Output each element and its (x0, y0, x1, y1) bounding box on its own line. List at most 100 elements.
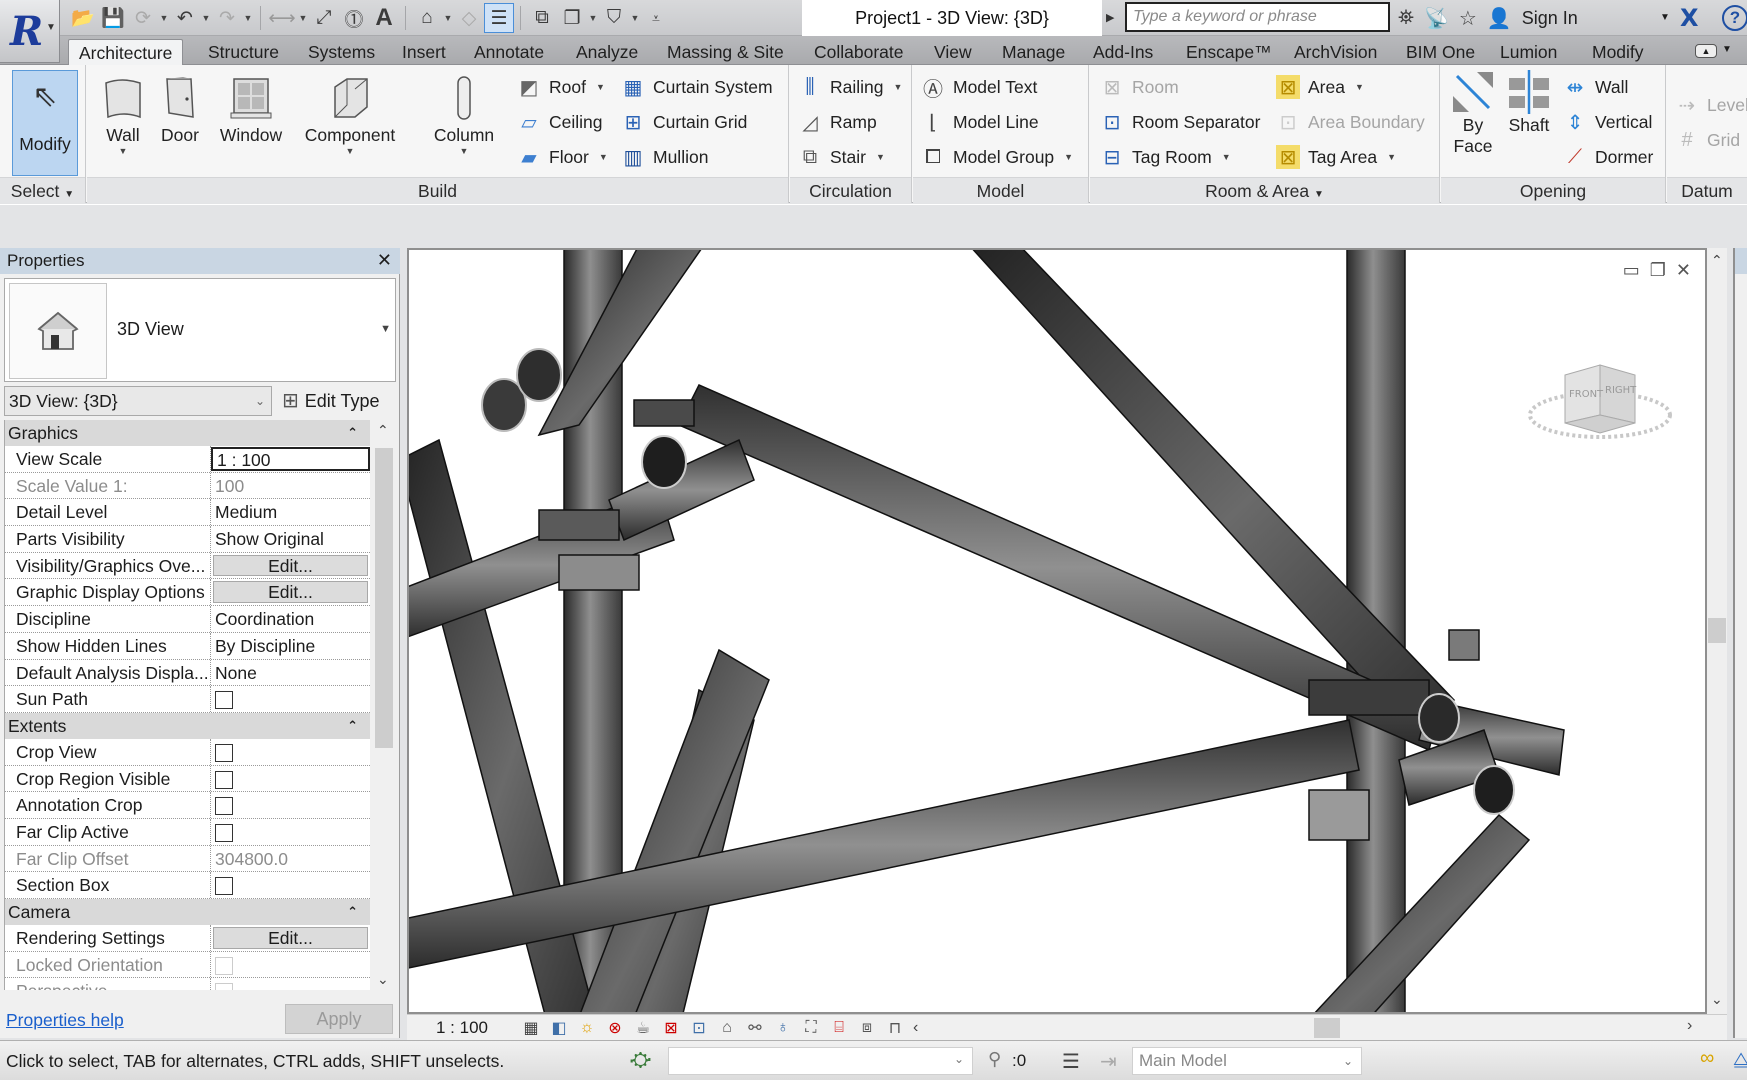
door-button[interactable]: Door (155, 71, 205, 146)
project-browser-panel-edge[interactable] (1733, 248, 1747, 1038)
chevron-down-icon[interactable]: ▼ (442, 13, 454, 23)
worksets-icon[interactable]: ⛮ (630, 1049, 651, 1072)
tab-structure[interactable]: Structure (198, 39, 289, 65)
curtain-system-button[interactable]: ▦ Curtain System (621, 71, 773, 103)
property-value[interactable]: Medium (211, 499, 370, 525)
tab-manage[interactable]: Manage (992, 39, 1075, 65)
chevron-down-icon[interactable]: ▼ (200, 13, 212, 23)
type-selector[interactable]: 3D View ▼ (4, 278, 396, 382)
tab-architecture[interactable]: Architecture (68, 39, 184, 65)
thin-lines-icon[interactable]: ☰ (484, 3, 514, 33)
restore-icon[interactable]: ❐ (1650, 260, 1666, 281)
rendering-dialog-icon[interactable]: ☕ (629, 1018, 657, 1038)
customize-qat-icon[interactable]: ⩡ (641, 3, 671, 33)
show-analytical-model-icon[interactable]: ⌸ (825, 1019, 853, 1037)
model-text-button[interactable]: Ⓐ Model Text (921, 71, 1037, 103)
property-value[interactable]: 1 : 100 (211, 447, 370, 471)
horizontal-scrollbar-thumb[interactable] (1314, 1018, 1340, 1038)
crop-region-icon[interactable]: ⊡ (685, 1018, 713, 1038)
dormer-opening-button[interactable]: ⟋ Dormer (1563, 141, 1653, 173)
ceiling-button[interactable]: ▱ Ceiling (517, 106, 602, 138)
scroll-down-icon[interactable]: ⌄ (377, 971, 389, 988)
design-option-dropdown[interactable]: Main Model ⌄ (1132, 1047, 1362, 1075)
tag-by-category-icon[interactable]: ⓵ (339, 3, 369, 33)
detail-level-icon[interactable]: ▦ (517, 1018, 545, 1038)
apply-button[interactable]: Apply (285, 1004, 393, 1034)
mullion-button[interactable]: ▥ Mullion (621, 141, 709, 173)
workset-dropdown[interactable]: ⌄ (668, 1047, 973, 1075)
chevron-down-icon[interactable]: ▼ (1722, 44, 1732, 55)
wall-button[interactable]: Wall ▼ (97, 71, 149, 156)
category-camera[interactable]: Camera ⌃ (5, 899, 370, 925)
sun-path-off-icon[interactable]: ☼ (573, 1019, 601, 1037)
tab-bim-one[interactable]: BIM One (1396, 39, 1485, 65)
column-button[interactable]: Column ▼ (425, 71, 503, 156)
scrollbar-thumb[interactable] (1708, 618, 1726, 643)
tab-collaborate[interactable]: Collaborate (804, 39, 914, 65)
temporary-view-properties-icon[interactable]: ⛶ (797, 1019, 825, 1037)
switch-windows-icon[interactable]: ❐ (557, 3, 587, 33)
checkbox[interactable] (215, 877, 233, 896)
floor-button[interactable]: ▰ Floor ▼ (517, 141, 608, 173)
tab-lumion[interactable]: Lumion (1490, 39, 1567, 65)
tab-systems[interactable]: Systems (298, 39, 385, 65)
favorites-star-icon[interactable]: ☆ (1459, 6, 1477, 31)
redo-icon[interactable]: ↷ (212, 3, 242, 33)
crop-view-icon[interactable]: ⊠ (657, 1018, 685, 1038)
open-icon[interactable]: 📂 (68, 3, 98, 33)
scroll-right-icon[interactable]: › (1687, 1017, 1692, 1035)
chevron-down-icon[interactable]: ▼ (1660, 12, 1670, 23)
edit-type-button[interactable]: ⊞ Edit Type (282, 386, 379, 416)
section-icon[interactable]: ◇ (454, 3, 484, 33)
chevron-down-icon[interactable]: ▼ (242, 13, 254, 23)
reveal-hidden-icon[interactable]: ♁ (769, 1019, 797, 1037)
by-face-button[interactable]: By Face (1447, 69, 1499, 157)
search-input[interactable]: Type a keyword or phrase (1125, 2, 1390, 32)
model-group-button[interactable]: ⧠ Model Group ▼ (921, 141, 1073, 173)
room-button[interactable]: ⊠ Room (1100, 71, 1179, 103)
property-value[interactable]: Coordination (211, 606, 370, 632)
level-button[interactable]: ⇢ Level (1675, 89, 1747, 121)
tab-analyze[interactable]: Analyze (566, 39, 648, 65)
minimize-ribbon-icon[interactable]: ▲ (1695, 44, 1717, 58)
scroll-up-icon[interactable]: ⌃ (1711, 252, 1723, 269)
collapse-icon[interactable]: ⌃ (347, 713, 358, 739)
scroll-left-icon[interactable]: ‹ (913, 1019, 918, 1037)
properties-help-link[interactable]: Properties help (6, 1010, 124, 1031)
application-menu-button[interactable]: R ▼ (0, 0, 60, 63)
tab-add-ins[interactable]: Add-Ins (1083, 39, 1163, 65)
category-graphics[interactable]: Graphics ⌃ (5, 420, 370, 446)
chevron-down-icon[interactable]: ▼ (380, 323, 391, 335)
property-value[interactable]: By Discipline (211, 633, 370, 659)
collapse-icon[interactable]: ⌃ (347, 420, 358, 446)
tab-insert[interactable]: Insert (392, 39, 456, 65)
editing-design-option-icon[interactable]: ⇥ (1100, 1049, 1117, 1074)
tab-archvision[interactable]: ArchVision (1284, 39, 1387, 65)
select-underlay-icon[interactable]: ⧋ (1733, 1049, 1747, 1070)
checkbox[interactable] (215, 743, 233, 762)
checkbox[interactable] (215, 823, 233, 842)
checkbox[interactable] (215, 691, 233, 710)
reveal-constraints-icon[interactable]: ⊓ (881, 1018, 909, 1038)
checkbox[interactable] (215, 770, 233, 789)
category-extents[interactable]: Extents ⌃ (5, 712, 370, 739)
sign-in-button[interactable]: Sign In (1522, 8, 1578, 29)
property-value[interactable]: Show Original (211, 526, 370, 552)
room-separator-button[interactable]: ⊡ Room Separator (1100, 106, 1261, 138)
edit-button[interactable]: Edit... (213, 581, 368, 604)
search-expand-icon[interactable]: ▶ (1106, 11, 1114, 24)
measure-icon[interactable]: ⟷ (267, 3, 297, 33)
subscription-center-icon[interactable]: 📡 (1424, 6, 1449, 31)
property-value[interactable]: None (211, 660, 370, 686)
chevron-down-icon[interactable]: ▼ (587, 13, 599, 23)
collapse-icon[interactable]: ⌃ (347, 899, 358, 925)
scroll-up-icon[interactable]: ⌃ (377, 422, 389, 439)
area-boundary-button[interactable]: ⊡ Area Boundary (1276, 106, 1425, 138)
select-links-icon[interactable]: ∞ (1700, 1047, 1714, 1070)
instance-filter-dropdown[interactable]: 3D View: {3D} ⌄ (4, 386, 272, 416)
edit-button[interactable]: Edit... (213, 927, 368, 949)
close-hidden-windows-icon[interactable]: ⧉ (527, 3, 557, 33)
default-3d-view-icon[interactable]: ⌂ (412, 3, 442, 33)
railing-button[interactable]: ⫼ Railing ▼ (798, 71, 902, 103)
viewport-vertical-scrollbar[interactable]: ⌃ ⌄ (1707, 248, 1727, 1014)
